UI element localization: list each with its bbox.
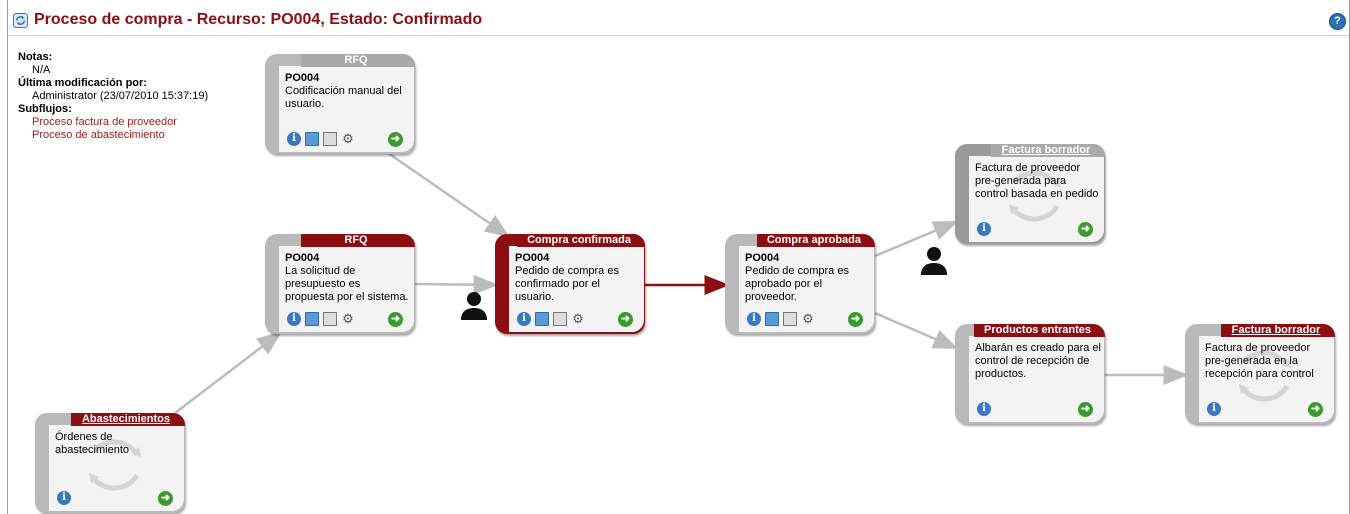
node-text: PO004 Pedido de compra es confirmado por… bbox=[515, 252, 641, 304]
node-rfq-manual[interactable]: RFQ PO004 Codificación manual del usuari… bbox=[265, 54, 415, 154]
node-rfq-system[interactable]: RFQ PO004 La solicitud de presupuesto es… bbox=[265, 234, 415, 334]
node-ref: PO004 bbox=[515, 252, 550, 264]
transition-approved-to-incoming[interactable] bbox=[874, 311, 959, 350]
print-icon[interactable] bbox=[323, 312, 337, 326]
node-title: Compra confirmada bbox=[517, 234, 645, 247]
gears-icon[interactable]: ⚙ bbox=[571, 312, 585, 326]
node-ref: PO004 bbox=[285, 72, 320, 84]
info-icon[interactable]: i bbox=[57, 491, 71, 505]
node-title[interactable]: Factura borrador bbox=[1221, 324, 1335, 337]
node-factura-borrador-1[interactable]: Factura borrador Factura de proveedor pr… bbox=[955, 144, 1105, 244]
gears-icon[interactable]: ⚙ bbox=[801, 312, 815, 326]
info-icon[interactable]: i bbox=[1207, 402, 1221, 416]
node-text: PO004 Codificación manual del usuario. bbox=[285, 72, 411, 111]
go-next-icon[interactable]: ➜ bbox=[388, 132, 403, 147]
node-text: PO004 Pedido de compra es aprobado por e… bbox=[745, 252, 871, 304]
print-icon[interactable] bbox=[323, 132, 337, 146]
user-icon bbox=[461, 292, 487, 320]
go-next-icon[interactable]: ➜ bbox=[1078, 222, 1093, 237]
info-icon[interactable]: i bbox=[517, 312, 531, 326]
node-text: Factura de proveedor pre-generada en la … bbox=[1205, 342, 1331, 381]
node-text: Órdenes de abastecimiento bbox=[55, 431, 181, 457]
node-actions: i ⚙ bbox=[517, 312, 585, 326]
node-actions: i bbox=[57, 491, 71, 505]
node-productos-entrantes[interactable]: Productos entrantes Albarán es creado pa… bbox=[955, 324, 1105, 424]
node-actions: i ⚙ bbox=[747, 312, 815, 326]
node-description: Pedido de compra es confirmado por el us… bbox=[515, 265, 619, 303]
gears-icon[interactable]: ⚙ bbox=[341, 132, 355, 146]
node-ref: PO004 bbox=[745, 252, 780, 264]
node-title: RFQ bbox=[301, 54, 415, 67]
folder-icon[interactable] bbox=[535, 312, 549, 326]
node-ref: PO004 bbox=[285, 252, 320, 264]
node-text: Albarán es creado para el control de rec… bbox=[975, 342, 1101, 381]
node-actions: i bbox=[977, 222, 991, 236]
node-compra-confirmada[interactable]: Compra confirmada PO004 Pedido de compra… bbox=[495, 234, 645, 334]
node-title[interactable]: Abastecimientos bbox=[71, 413, 185, 426]
node-description: Factura de proveedor pre-generada en la … bbox=[1205, 342, 1314, 380]
transition-rfq-manual-to-confirmed[interactable] bbox=[387, 151, 511, 238]
workflow-transitions bbox=[174, 151, 1189, 414]
go-next-icon[interactable]: ➜ bbox=[158, 491, 173, 506]
transition-rfq-system-to-confirmed[interactable] bbox=[413, 274, 499, 295]
node-description: Codificación manual del usuario. bbox=[285, 85, 402, 110]
go-next-icon[interactable]: ➜ bbox=[1308, 402, 1323, 417]
print-icon[interactable] bbox=[553, 312, 567, 326]
info-icon[interactable]: i bbox=[747, 312, 761, 326]
node-compra-aprobada[interactable]: Compra aprobada PO004 Pedido de compra e… bbox=[725, 234, 875, 334]
node-factura-borrador-2[interactable]: Factura borrador Factura de proveedor pr… bbox=[1185, 324, 1335, 424]
node-title: Compra aprobada bbox=[756, 234, 875, 247]
go-next-icon[interactable]: ➜ bbox=[1078, 402, 1093, 417]
node-description: La solicitud de presupuesto es propuesta… bbox=[285, 265, 409, 303]
node-description: Pedido de compra es aprobado por el prov… bbox=[745, 265, 849, 303]
node-actions: i bbox=[977, 402, 991, 416]
info-icon[interactable]: i bbox=[287, 312, 301, 326]
folder-icon[interactable] bbox=[305, 132, 319, 146]
node-text: PO004 La solicitud de presupuesto es pro… bbox=[285, 252, 411, 304]
user-icon bbox=[921, 247, 947, 275]
node-text: Factura de proveedor pre-generada para c… bbox=[975, 162, 1101, 201]
node-abastecimientos[interactable]: Abastecimientos Órdenes de abastecimient… bbox=[35, 413, 185, 513]
folder-icon[interactable] bbox=[305, 312, 319, 326]
info-icon[interactable]: i bbox=[287, 132, 301, 146]
node-actions: i ⚙ bbox=[287, 132, 355, 146]
go-next-icon[interactable]: ➜ bbox=[618, 312, 633, 327]
node-description: Órdenes de abastecimiento bbox=[55, 431, 129, 456]
node-description: Albarán es creado para el control de rec… bbox=[975, 342, 1101, 380]
gears-icon[interactable]: ⚙ bbox=[341, 312, 355, 326]
print-icon[interactable] bbox=[783, 312, 797, 326]
node-title: Productos entrantes bbox=[974, 324, 1105, 337]
node-actions: i bbox=[1207, 402, 1221, 416]
go-next-icon[interactable]: ➜ bbox=[388, 312, 403, 327]
folder-icon[interactable] bbox=[765, 312, 779, 326]
node-title: RFQ bbox=[301, 234, 415, 247]
info-icon[interactable]: i bbox=[977, 222, 991, 236]
node-title[interactable]: Factura borrador bbox=[991, 144, 1105, 157]
node-actions: i ⚙ bbox=[287, 312, 355, 326]
go-next-icon[interactable]: ➜ bbox=[848, 312, 863, 327]
transition-procurement-to-rfq[interactable] bbox=[174, 331, 282, 414]
info-icon[interactable]: i bbox=[977, 402, 991, 416]
node-description: Factura de proveedor pre-generada para c… bbox=[975, 162, 1099, 200]
